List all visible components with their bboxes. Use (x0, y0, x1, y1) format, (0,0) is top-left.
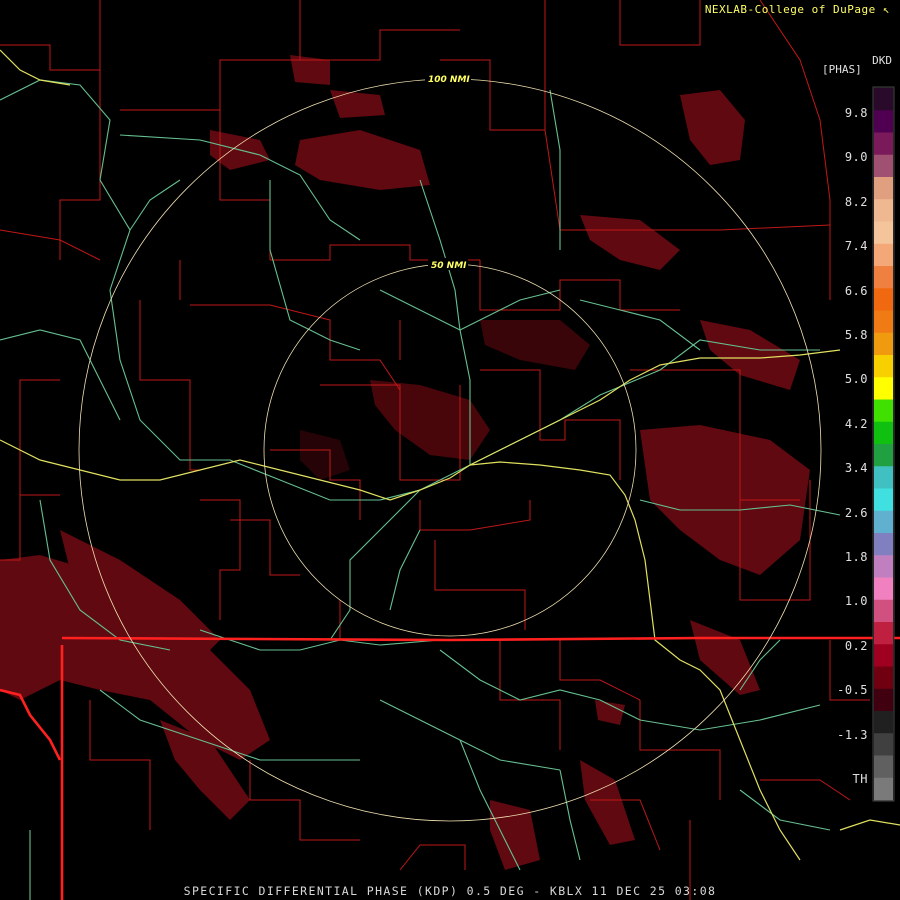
legend-tick-label: -1.3 (837, 727, 868, 742)
legend-tick-label: -0.5 (837, 683, 868, 698)
legend-tick-label: 4.2 (844, 416, 868, 431)
legend-swatch (874, 688, 893, 712)
legend-swatch (874, 110, 893, 133)
legend-swatch (874, 221, 893, 245)
legend-swatch (874, 555, 893, 578)
range-ring-100-label: 100 NMI (428, 75, 470, 85)
legend-swatch (874, 310, 893, 334)
legend-swatch (874, 510, 893, 534)
legend-swatch (874, 332, 893, 356)
legend-swatch (874, 88, 893, 111)
legend-swatch (874, 355, 893, 378)
legend-swatch (874, 399, 893, 423)
legend-swatch (874, 533, 893, 556)
legend-swatch (874, 377, 893, 400)
legend-swatch (874, 199, 893, 222)
legend-swatch (874, 288, 893, 311)
legend-swatch (874, 466, 893, 489)
legend-tick-label: 3.4 (844, 461, 868, 476)
legend-tick-label: TH (852, 772, 868, 786)
legend-tick-label: 9.8 (844, 106, 868, 120)
legend-tick-label: 1.0 (844, 594, 868, 609)
legend-tick-label: 9.0 (844, 150, 868, 165)
legend-swatch (874, 132, 893, 156)
legend-swatch (874, 755, 893, 779)
legend-swatch (874, 266, 893, 289)
legend-tick-label: 6.6 (844, 283, 868, 298)
legend-swatch (874, 154, 893, 178)
legend-swatch (874, 666, 893, 690)
legend-swatch (874, 421, 893, 445)
legend-unit-sub: [PHAS] (822, 63, 862, 76)
product-caption: SPECIFIC DIFFERENTIAL PHASE (KDP) 0.5 DE… (183, 884, 717, 898)
legend-tick-label: 8.2 (844, 194, 868, 209)
legend-swatch (874, 577, 893, 601)
legend-tick-label: 5.0 (844, 372, 868, 387)
legend-swatch (874, 444, 893, 467)
legend-swatch (874, 488, 893, 512)
legend-tick-label: 0.2 (844, 638, 868, 653)
legend-swatch (874, 711, 893, 734)
radar-map: 100 NMI 50 NMI (0, 0, 900, 900)
legend-color-bar (874, 88, 893, 801)
legend-tick-label: 7.4 (844, 239, 868, 254)
legend-swatch (874, 644, 893, 667)
legend-unit-top: DKD (872, 54, 892, 67)
legend-tick-label: 1.8 (844, 550, 868, 564)
legend-tick-label: 2.6 (844, 505, 868, 520)
range-ring-50-label: 50 NMI (431, 261, 467, 271)
legend-swatch (874, 599, 893, 623)
legend-swatch (874, 733, 893, 756)
legend-swatch (874, 622, 893, 645)
credit-label: NEXLAB-College of DuPage ↖ (704, 3, 890, 16)
legend-swatch (874, 777, 893, 801)
legend-swatch (874, 243, 893, 267)
legend-swatch (874, 177, 893, 200)
legend-tick-label: 5.8 (844, 328, 868, 342)
